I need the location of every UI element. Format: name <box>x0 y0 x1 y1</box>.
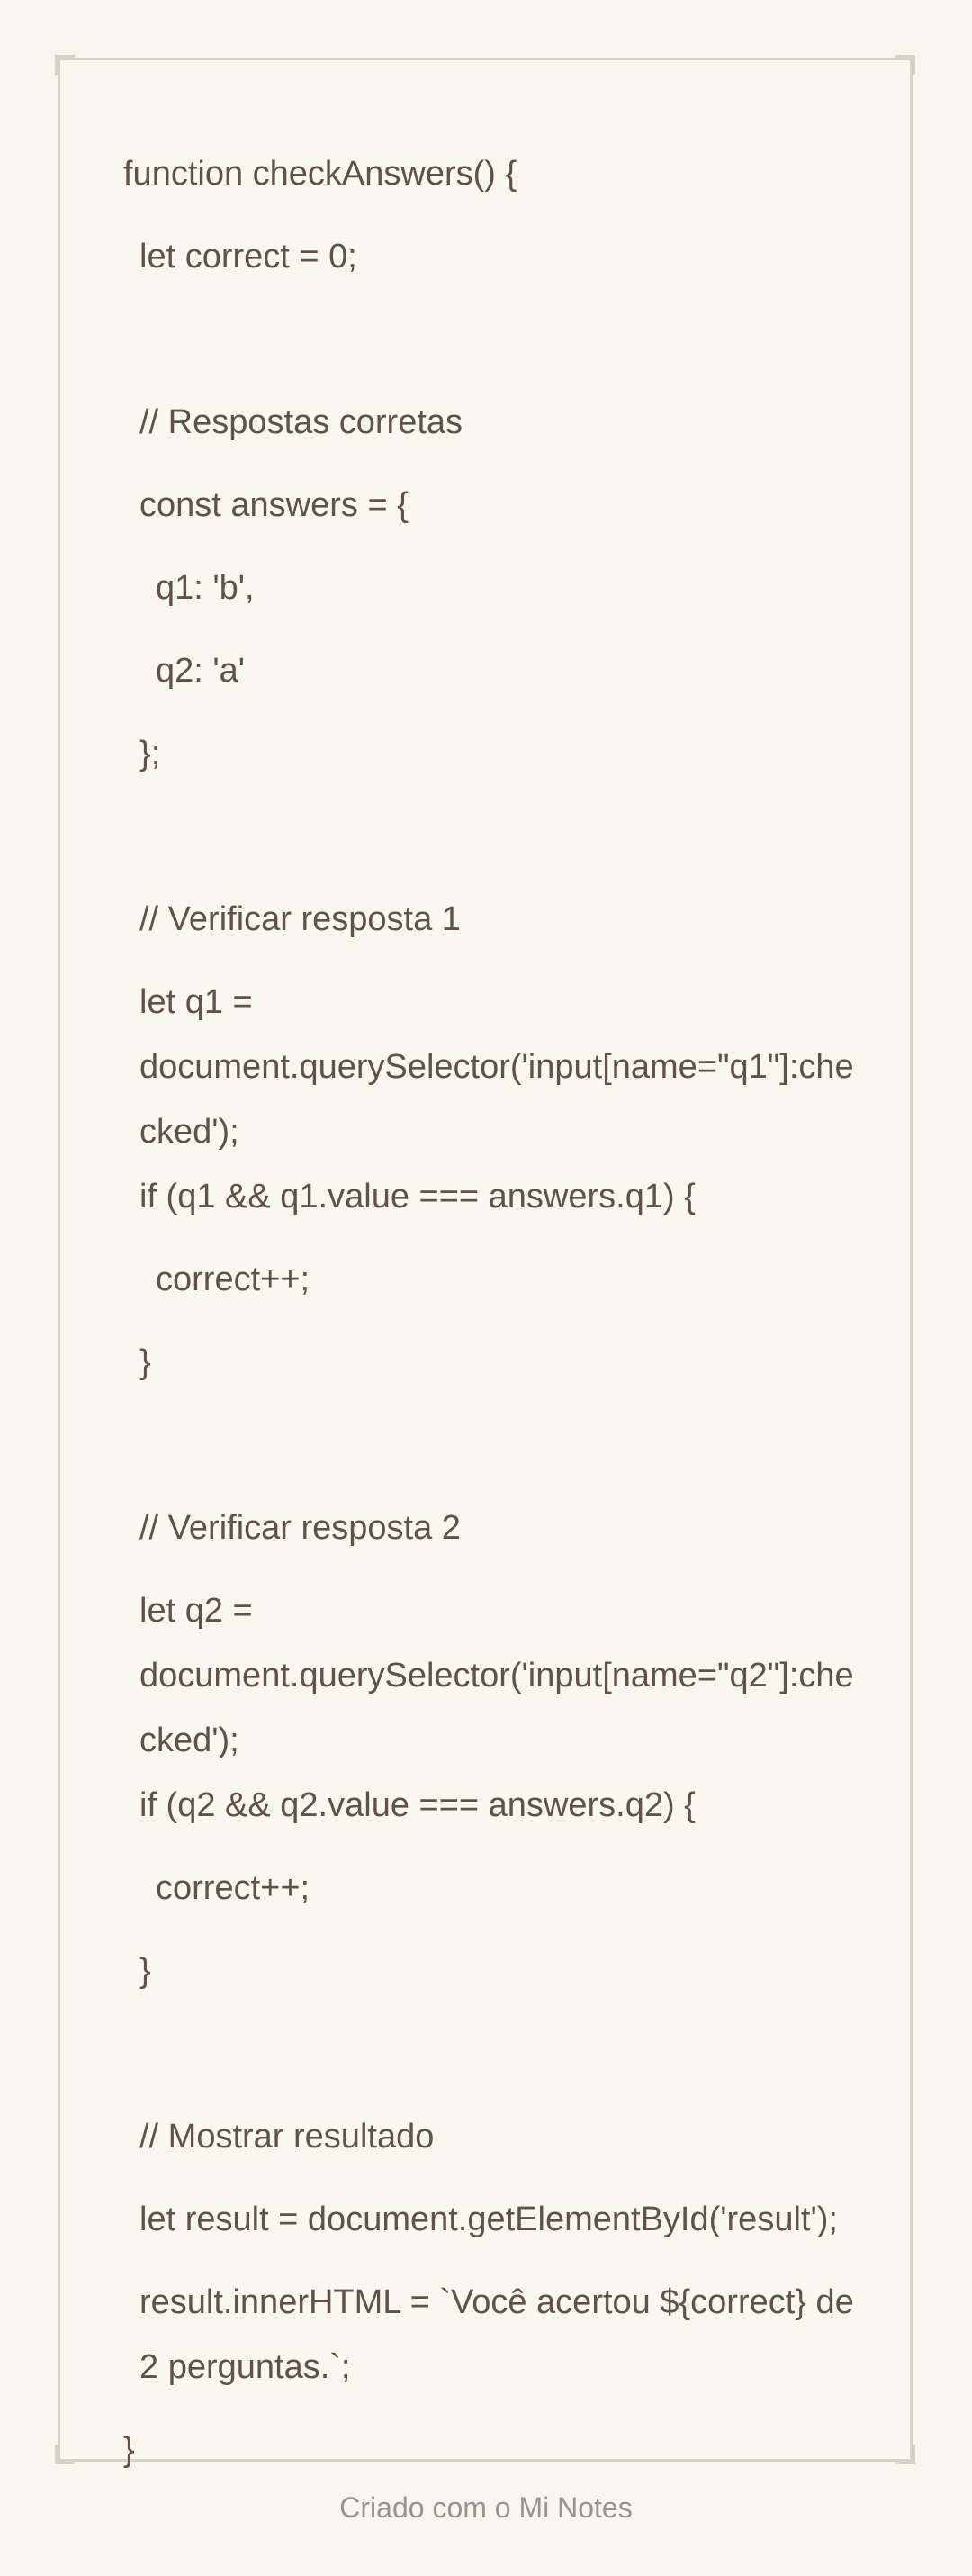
frame-corner-bottom-left <box>55 2445 75 2464</box>
frame-corner-top-right <box>896 55 915 75</box>
empty-line <box>123 804 861 887</box>
code-line: // Verificar resposta 1 <box>140 900 461 938</box>
code-content: function checkAnswers() { let correct = … <box>123 141 861 2500</box>
footer-label: Criado com o Mi Notes <box>339 2491 633 2524</box>
frame-corner-top-left <box>55 55 75 75</box>
code-line: // Verificar resposta 2 <box>140 1509 461 1547</box>
code-line: let q2 = document.querySelector('input[n… <box>140 1592 854 1759</box>
empty-line <box>123 2021 861 2104</box>
code-line: if (q2 && q2.value === answers.q2) { <box>140 1786 696 1824</box>
code-line: // Mostrar resultado <box>140 2118 435 2156</box>
code-line: // Respostas corretas <box>140 403 464 441</box>
code-line: correct++; <box>156 1261 310 1298</box>
empty-line <box>123 307 861 390</box>
code-line: function checkAnswers() { <box>123 155 518 193</box>
empty-line <box>123 1413 861 1496</box>
code-line: q1: 'b', <box>156 569 255 607</box>
code-line: correct++; <box>156 1869 310 1907</box>
code-line: let correct = 0; <box>140 238 357 276</box>
code-line: } <box>140 1952 151 1990</box>
note-frame: function checkAnswers() { let correct = … <box>55 55 915 2469</box>
code-line: const answers = { <box>140 486 409 524</box>
code-line: q2: 'a' <box>156 652 246 690</box>
code-line: if (q1 && q1.value === answers.q1) { <box>140 1178 696 1216</box>
code-line: result.innerHTML = `Você acertou ${corre… <box>140 2283 864 2386</box>
frame-corner-bottom-right <box>896 2445 915 2464</box>
code-line: } <box>140 1343 151 1381</box>
code-line: let q1 = document.querySelector('input[n… <box>140 983 854 1151</box>
code-line: let result = document.getElementById('re… <box>140 2201 838 2238</box>
code-line: }; <box>140 735 161 773</box>
